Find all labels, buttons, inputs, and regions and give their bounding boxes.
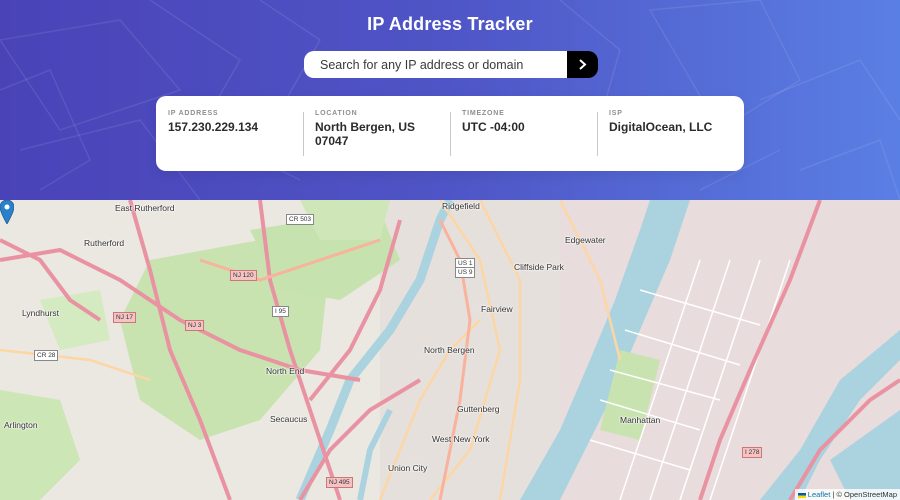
chevron-right-icon <box>579 59 587 70</box>
map-label: Secaucus <box>270 414 308 424</box>
info-location: LOCATION North Bergen, US 07047 <box>303 110 450 171</box>
road-shield: NJ 120 <box>230 270 257 281</box>
search-button[interactable] <box>567 51 598 78</box>
ip-info-card: IP ADDRESS 157.230.229.134 LOCATION Nort… <box>156 96 744 171</box>
road-shield: I 95 <box>272 306 289 317</box>
ukraine-flag-icon <box>797 492 806 498</box>
page-title: IP Address Tracker <box>367 14 533 34</box>
road-shield: CR 28 <box>34 350 59 361</box>
info-timezone: TIMEZONE UTC -04:00 <box>450 110 597 171</box>
search-bar <box>304 51 598 78</box>
map-attribution: Leaflet | © OpenStreetMap <box>794 489 900 500</box>
map-label: Manhattan <box>620 415 661 425</box>
info-value: UTC -04:00 <box>462 120 525 134</box>
map-label: Union City <box>388 463 428 473</box>
map-label: Rutherford <box>84 238 125 248</box>
map-label: Edgewater <box>565 235 606 245</box>
osm-attribution[interactable]: | © OpenStreetMap <box>832 490 897 499</box>
map-label: Lyndhurst <box>22 308 60 318</box>
map-label: Ridgefield <box>442 201 480 211</box>
road-shield: I 278 <box>742 447 763 458</box>
map-label: Guttenberg <box>457 404 500 414</box>
leaflet-link[interactable]: Leaflet <box>808 490 831 499</box>
info-label: ISP <box>609 110 623 117</box>
road-shield: NJ 3 <box>185 320 205 331</box>
info-isp: ISP DigitalOcean, LLC <box>597 110 744 171</box>
map-label: East Rutherford <box>115 203 175 213</box>
search-input[interactable] <box>304 51 567 78</box>
map-label: Fairview <box>481 304 513 314</box>
road-shield: NJ 17 <box>113 312 136 323</box>
info-value: DigitalOcean, LLC <box>609 120 713 134</box>
road-shield: CR 503 <box>286 214 315 225</box>
info-label: IP ADDRESS <box>168 110 219 117</box>
map-label: West New York <box>432 434 490 444</box>
map-label: Arlington <box>4 420 38 430</box>
location-marker-icon[interactable] <box>0 200 14 224</box>
info-value: North Bergen, US 07047 <box>315 120 416 148</box>
road-shield: NJ 495 <box>326 477 353 488</box>
info-label: TIMEZONE <box>462 110 505 117</box>
info-value: 157.230.229.134 <box>168 120 259 134</box>
map-label: Cliffside Park <box>514 262 564 272</box>
info-label: LOCATION <box>315 110 358 117</box>
road-shield: US 9 <box>455 267 476 278</box>
map-label: North Bergen <box>424 345 475 355</box>
info-ip-address: IP ADDRESS 157.230.229.134 <box>156 110 303 171</box>
map-view[interactable]: East Rutherford Ridgefield Rutherford Ed… <box>0 200 900 500</box>
map-label: North End <box>266 366 305 376</box>
